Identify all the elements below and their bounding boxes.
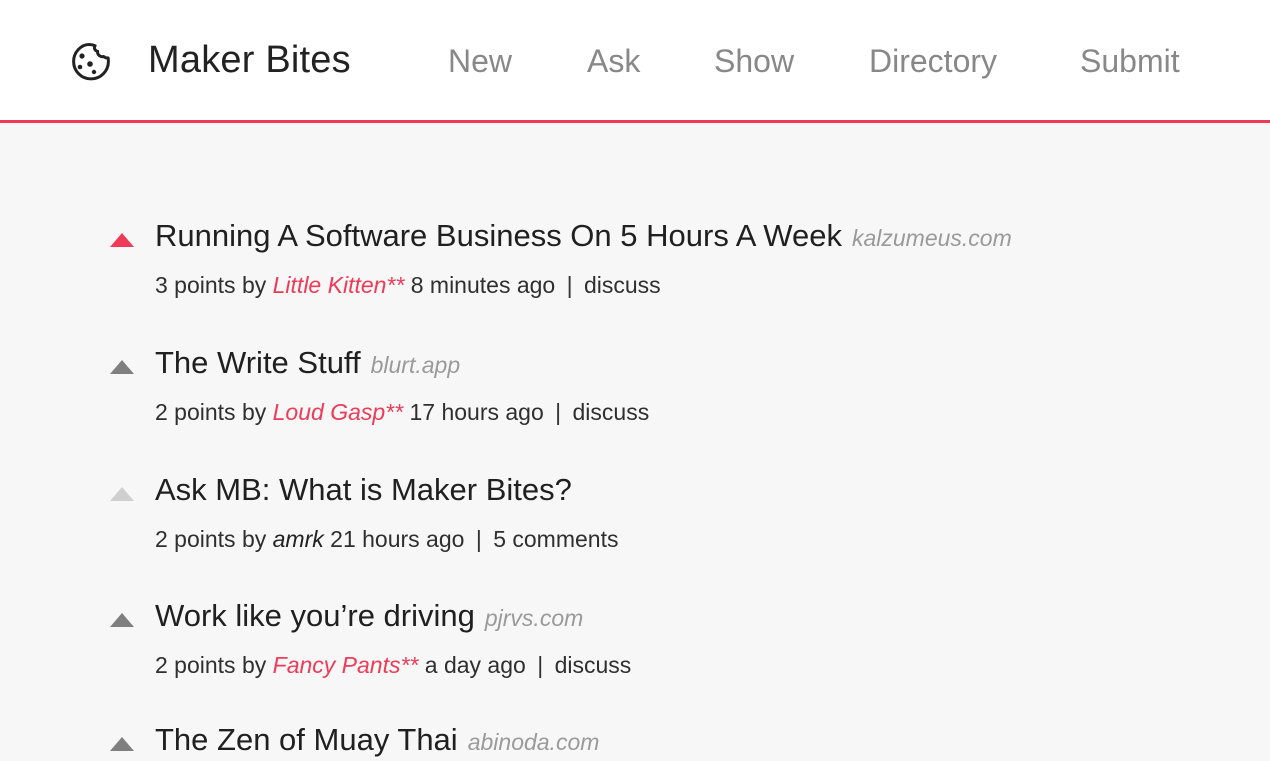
upvote-icon[interactable] xyxy=(110,360,134,374)
story-author[interactable]: Fancy Pants** xyxy=(273,652,419,678)
meta-separator: | xyxy=(537,652,544,678)
story-title-line: Running A Software Business On 5 Hours A… xyxy=(155,217,1012,257)
story-discuss-link[interactable]: discuss xyxy=(573,399,650,425)
story-title-line: The Write Stuff blurt.app xyxy=(155,344,460,384)
meta-separator: | xyxy=(475,526,482,552)
story-title-line: The Zen of Muay Thai abinoda.com xyxy=(155,721,599,761)
story-title[interactable]: The Write Stuff xyxy=(155,345,361,380)
story-points: 2 points by xyxy=(155,399,267,425)
story-title-line: Work like you’re driving pjrvs.com xyxy=(155,597,583,637)
story-title[interactable]: Work like you’re driving xyxy=(155,598,475,633)
site-brand[interactable]: Maker Bites xyxy=(148,37,351,83)
story-title[interactable]: The Zen of Muay Thai xyxy=(155,722,458,757)
story-points: 2 points by xyxy=(155,652,267,678)
story-age: 21 hours ago xyxy=(330,526,465,552)
story-author[interactable]: amrk xyxy=(273,526,324,552)
story-domain[interactable]: abinoda.com xyxy=(468,729,600,755)
story-points: 3 points by xyxy=(155,272,267,298)
cookie-logo-icon[interactable] xyxy=(64,36,114,86)
top-header: Maker Bites New Ask Show Directory Submi… xyxy=(0,0,1270,123)
meta-separator: | xyxy=(566,272,573,298)
nav-directory[interactable]: Directory xyxy=(869,41,997,81)
upvote-icon[interactable] xyxy=(110,613,134,627)
story-age: 8 minutes ago xyxy=(410,272,556,298)
story-discuss-link[interactable]: discuss xyxy=(555,652,632,678)
upvote-icon[interactable] xyxy=(110,487,134,501)
story-meta: 2 points by amrk 21 hours ago | 5 commen… xyxy=(155,525,618,553)
story-domain[interactable]: blurt.app xyxy=(371,352,461,378)
story-age: a day ago xyxy=(424,652,526,678)
story-meta: 2 points by Loud Gasp** 17 hours ago | d… xyxy=(155,398,649,426)
meta-separator: | xyxy=(555,399,562,425)
nav-new[interactable]: New xyxy=(448,41,512,81)
upvote-icon[interactable] xyxy=(110,737,134,751)
upvote-icon[interactable] xyxy=(110,233,134,247)
story-title[interactable]: Ask MB: What is Maker Bites? xyxy=(155,472,572,507)
nav-show[interactable]: Show xyxy=(714,41,794,81)
story-comments-link[interactable]: 5 comments xyxy=(493,526,618,552)
story-meta: 2 points by Fancy Pants** a day ago | di… xyxy=(155,651,631,679)
story-title[interactable]: Running A Software Business On 5 Hours A… xyxy=(155,218,842,253)
story-domain[interactable]: kalzumeus.com xyxy=(852,225,1012,251)
story-meta: 3 points by Little Kitten** 8 minutes ag… xyxy=(155,271,661,299)
story-author[interactable]: Loud Gasp** xyxy=(273,399,403,425)
nav-ask[interactable]: Ask xyxy=(587,41,640,81)
story-domain[interactable]: pjrvs.com xyxy=(485,605,583,631)
story-discuss-link[interactable]: discuss xyxy=(584,272,661,298)
story-title-line: Ask MB: What is Maker Bites? xyxy=(155,471,572,509)
story-age: 17 hours ago xyxy=(409,399,544,425)
story-author[interactable]: Little Kitten** xyxy=(273,272,405,298)
story-points: 2 points by xyxy=(155,526,267,552)
nav-submit[interactable]: Submit xyxy=(1080,41,1180,81)
